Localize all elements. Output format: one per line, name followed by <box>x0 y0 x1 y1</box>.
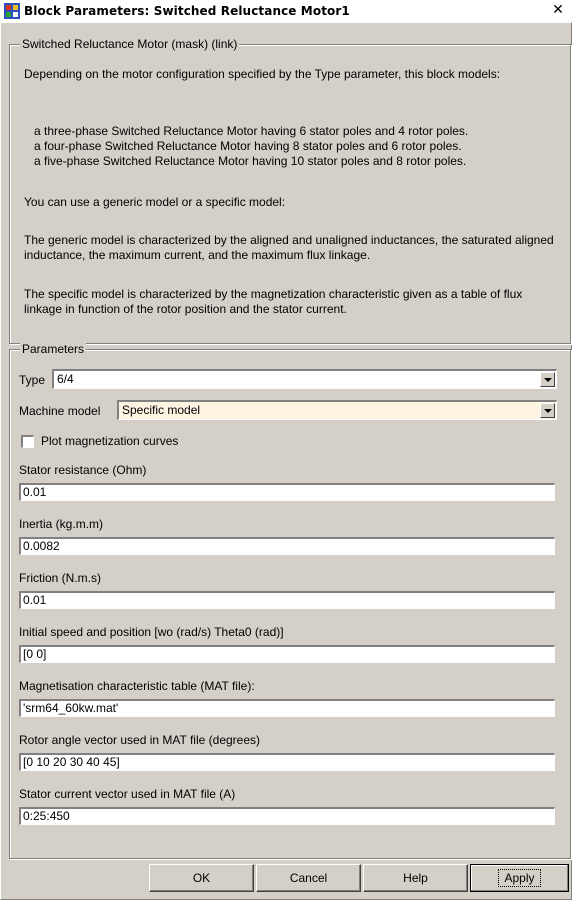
cancel-button[interactable]: Cancel <box>256 864 361 892</box>
description-paragraph: Depending on the motor configuration spe… <box>24 67 501 81</box>
stator-resistance-label: Stator resistance (Ohm) <box>19 463 147 477</box>
description-line: a five-phase Switched Reluctance Motor h… <box>34 154 467 168</box>
magnetisation-table-field[interactable]: 'srm64_60kw.mat' <box>19 699 555 717</box>
inertia-label: Inertia (kg.m.m) <box>19 517 104 531</box>
magnetisation-table-label: Magnetisation characteristic table (MAT … <box>19 679 255 693</box>
description-paragraph: You can use a generic model or a specifi… <box>24 195 286 209</box>
machine-model-dropdown[interactable]: Specific model <box>117 400 557 420</box>
friction-field[interactable]: 0.01 <box>19 591 555 609</box>
chevron-down-icon[interactable] <box>540 372 555 387</box>
help-button[interactable]: Help <box>363 864 468 892</box>
dialog-body: Switched Reluctance Motor (mask) (link) … <box>0 22 572 900</box>
window-title: Block Parameters: Switched Reluctance Mo… <box>24 4 350 18</box>
machine-model-value: Specific model <box>122 403 201 417</box>
description-line: a three-phase Switched Reluctance Motor … <box>34 124 469 138</box>
description-line: a four-phase Switched Reluctance Motor h… <box>34 139 462 153</box>
type-dropdown[interactable]: 6/4 <box>52 369 557 389</box>
close-icon[interactable]: ✕ <box>550 2 566 18</box>
initial-speed-position-label: Initial speed and position [wo (rad/s) T… <box>19 625 284 639</box>
plot-magnetization-checkbox[interactable] <box>21 435 34 448</box>
ok-button[interactable]: OK <box>149 864 254 892</box>
parameters-group-legend: Parameters <box>20 342 87 356</box>
description-group-legend: Switched Reluctance Motor (mask) (link) <box>20 37 240 51</box>
rotor-angle-vector-label: Rotor angle vector used in MAT file (deg… <box>19 733 261 747</box>
inertia-field[interactable]: 0.0082 <box>19 537 555 555</box>
rotor-angle-vector-field[interactable]: [0 10 20 30 40 45] <box>19 753 555 771</box>
machine-model-label: Machine model <box>19 404 101 418</box>
initial-speed-position-field[interactable]: [0 0] <box>19 645 555 663</box>
description-paragraph: The generic model is characterized by th… <box>24 233 554 262</box>
friction-label: Friction (N.m.s) <box>19 571 101 585</box>
stator-current-vector-label: Stator current vector used in MAT file (… <box>19 787 236 801</box>
apply-button[interactable]: Apply <box>470 864 569 892</box>
stator-current-vector-field[interactable]: 0:25:450 <box>19 807 555 825</box>
simulink-block-icon <box>4 3 20 19</box>
type-label: Type <box>19 373 46 387</box>
apply-button-label: Apply <box>498 869 541 887</box>
type-value: 6/4 <box>57 372 74 386</box>
title-bar: Block Parameters: Switched Reluctance Mo… <box>0 0 572 23</box>
stator-resistance-field[interactable]: 0.01 <box>19 483 555 501</box>
chevron-down-icon[interactable] <box>540 403 555 418</box>
plot-magnetization-label: Plot magnetization curves <box>41 434 179 448</box>
description-paragraph: The specific model is characterized by t… <box>24 287 523 316</box>
description-group: Switched Reluctance Motor (mask) (link) … <box>9 37 571 344</box>
